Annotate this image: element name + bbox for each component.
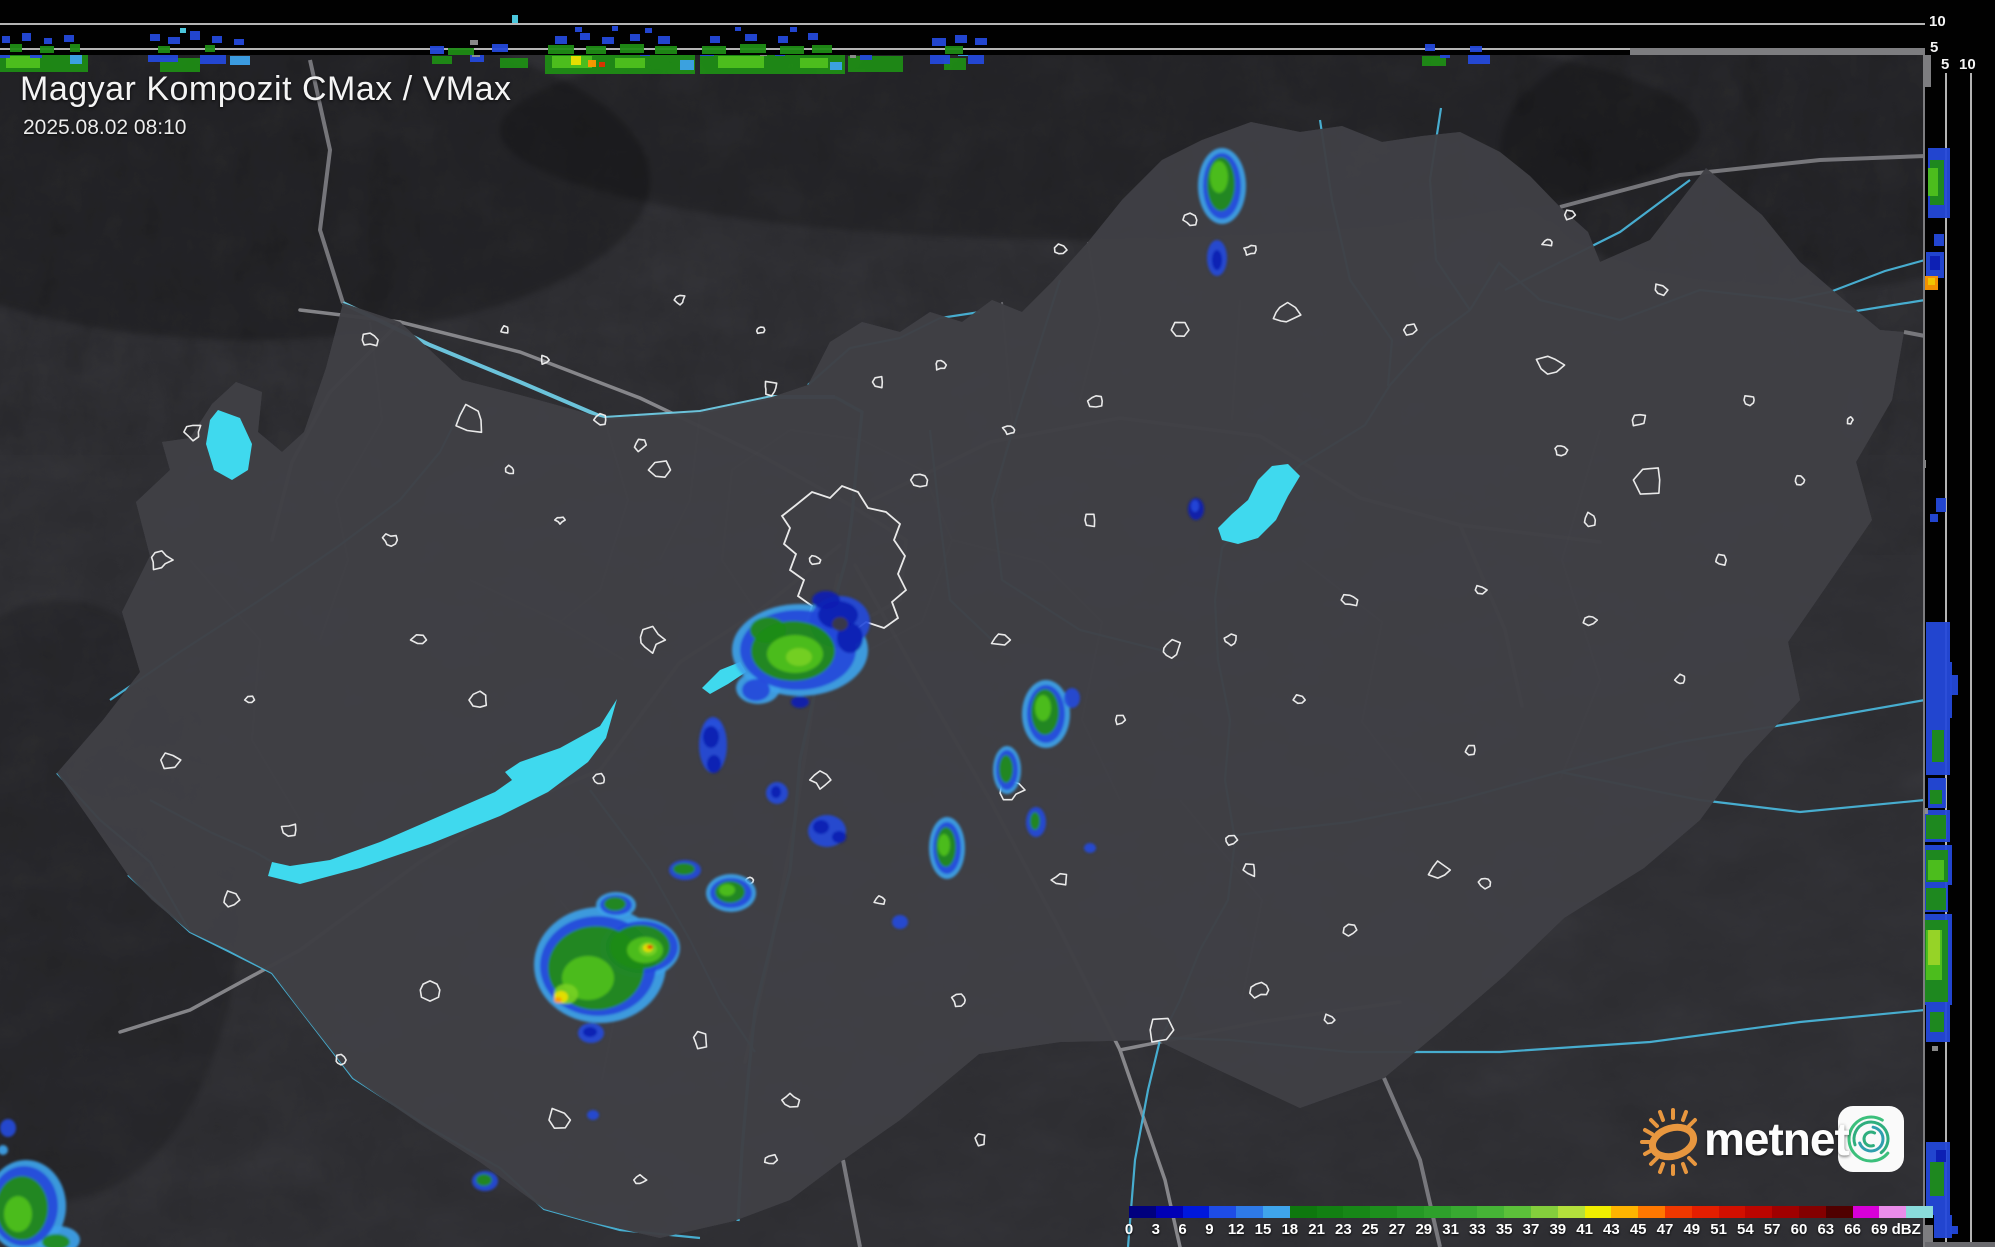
legend-color-block <box>1129 1206 1156 1218</box>
legend-color-block <box>1423 1206 1451 1218</box>
legend-color-block <box>1209 1206 1237 1218</box>
radar-composite-screen: Magyar Kompozit CMax / VMax 2025.08.02 0… <box>0 0 1995 1247</box>
legend-color-block <box>1718 1206 1746 1218</box>
legend-color-block <box>1155 1206 1183 1218</box>
legend-color-block <box>1611 1206 1639 1218</box>
legend-label: 21 <box>1308 1221 1325 1238</box>
right-strip-height-label-10: 10 <box>1959 56 1976 73</box>
legend-color-block <box>1182 1206 1210 1218</box>
legend-color-block <box>1772 1206 1799 1218</box>
legend-label: 18 <box>1281 1221 1299 1238</box>
legend-color-block <box>1691 1206 1719 1218</box>
legend-color-block <box>1262 1206 1290 1218</box>
metnet-logo: metnet <box>1640 1098 1920 1182</box>
legend-color-block <box>1477 1206 1505 1218</box>
legend-label: 6 <box>1178 1221 1187 1238</box>
legend-color-block <box>1825 1206 1853 1218</box>
legend-color-block <box>1396 1206 1424 1218</box>
legend-label: 27 <box>1388 1221 1406 1238</box>
legend-color-block <box>1798 1206 1826 1218</box>
legend-label: 47 <box>1656 1221 1674 1238</box>
top-strip-height-label-10: 10 <box>1929 13 1946 30</box>
legend-color-block <box>1879 1206 1907 1218</box>
right-profile-strip <box>1923 0 1995 1247</box>
top-profile-strip <box>0 0 1925 55</box>
legend-label: 31 <box>1442 1221 1459 1238</box>
legend-color-block <box>1504 1206 1531 1218</box>
legend-color-block <box>1316 1206 1344 1218</box>
legend-unit-label: dBZ <box>1891 1221 1921 1238</box>
legend-color-block <box>1584 1206 1612 1218</box>
legend-color-block <box>1370 1206 1397 1218</box>
top-strip-terrain-profile <box>1630 48 1925 55</box>
timestamp: 2025.08.02 08:10 <box>23 116 187 139</box>
legend-color-block <box>1745 1206 1773 1218</box>
map-area <box>0 55 1925 1247</box>
legend-color-block <box>1852 1206 1880 1218</box>
right-strip-height-label-5: 5 <box>1941 56 1950 73</box>
legend-labels: 0 3 6 9 12 15 18 21 23 25 27 29 31 33 35 37 39 41 43 45 47 49… <box>1125 1221 1959 1241</box>
legend-label: 35 <box>1495 1221 1513 1238</box>
legend-label: 0 <box>1124 1221 1134 1238</box>
sun-icon <box>1640 1108 1698 1176</box>
legend-label: 51 <box>1710 1221 1727 1238</box>
legend-label: 33 <box>1469 1221 1486 1238</box>
legend-label: 69 <box>1871 1221 1888 1238</box>
legend-color-block <box>1530 1206 1558 1218</box>
legend-color-bar <box>1129 1206 1959 1218</box>
legend-label: 54 <box>1737 1221 1754 1238</box>
legend-label: 9 <box>1205 1221 1214 1238</box>
top-strip-height-label-5: 5 <box>1930 39 1939 56</box>
metnet-wordmark: metnet <box>1704 1113 1850 1165</box>
legend-label: 63 <box>1817 1221 1835 1238</box>
legend-label: 49 <box>1683 1221 1701 1238</box>
legend-label: 41 <box>1576 1221 1593 1238</box>
dbz-legend: 0 3 6 9 12 15 18 21 23 25 27 29 31 33 35 37 39 41 43 45 47 49… <box>1125 1206 1959 1246</box>
radar-map-canvas <box>0 0 1995 1247</box>
legend-label: 15 <box>1254 1221 1272 1238</box>
legend-label: 25 <box>1361 1221 1379 1238</box>
legend-label: 12 <box>1227 1221 1245 1238</box>
legend-label: 45 <box>1629 1221 1647 1238</box>
legend-label: 3 <box>1151 1221 1160 1238</box>
legend-color-block <box>1343 1206 1371 1218</box>
legend-color-block <box>1906 1206 1933 1218</box>
legend-label: 39 <box>1549 1221 1567 1238</box>
legend-color-block <box>1289 1206 1317 1218</box>
legend-label: 57 <box>1763 1221 1781 1238</box>
legend-label: 29 <box>1415 1221 1433 1238</box>
page-title: Magyar Kompozit CMax / VMax <box>20 70 512 108</box>
legend-label: 23 <box>1335 1221 1352 1238</box>
legend-label: 66 <box>1844 1221 1861 1238</box>
legend-color-block <box>1638 1206 1665 1218</box>
legend-label: 37 <box>1522 1221 1540 1238</box>
legend-label: 60 <box>1790 1221 1808 1238</box>
legend-color-block <box>1450 1206 1478 1218</box>
legend-label: 43 <box>1603 1221 1620 1238</box>
legend-color-block <box>1236 1206 1263 1218</box>
legend-color-block <box>1664 1206 1692 1218</box>
legend-color-block <box>1557 1206 1585 1218</box>
